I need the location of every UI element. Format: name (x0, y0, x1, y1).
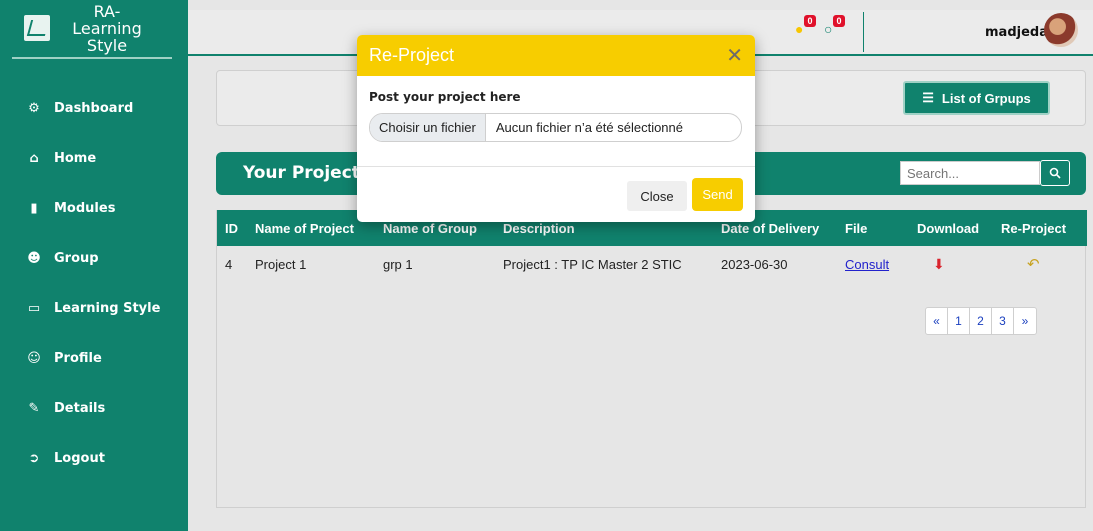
laptop-icon: ▭ (27, 300, 41, 316)
sidebar-item-label: Logout (54, 450, 105, 466)
search-input[interactable] (900, 161, 1040, 185)
cell-date: 2023-06-30 (721, 256, 788, 272)
file-input[interactable]: Choisir un fichier Aucun fichier n’a été… (369, 113, 742, 142)
upload-label: Post your project here (369, 90, 521, 104)
modal-header: Re-Project ✕ (357, 35, 755, 76)
page-2[interactable]: 2 (970, 308, 992, 334)
cell-project: Project 1 (255, 256, 307, 272)
modal-footer: Close Send (357, 166, 755, 222)
sidebar-item-dashboard[interactable]: ⚙ Dashboard (0, 83, 188, 133)
page-1[interactable]: 1 (948, 308, 970, 334)
sidebar-item-label: Details (54, 400, 106, 416)
close-icon[interactable]: ✕ (726, 43, 743, 68)
username[interactable]: madjeda (985, 25, 1048, 40)
sidebar-item-label: Group (54, 250, 99, 266)
list-icon: ☰ (922, 90, 934, 105)
sidebar-item-details[interactable]: ✎ Details (0, 383, 188, 433)
close-button[interactable]: Close (627, 181, 687, 211)
sidebar-item-modules[interactable]: ▮ Modules (0, 183, 188, 233)
sidebar: RA-Learning Style ⚙ Dashboard ⌂ Home ▮ M… (0, 0, 188, 531)
search-icon (1049, 167, 1061, 179)
col-file: File (845, 220, 868, 236)
choose-file-button[interactable]: Choisir un fichier (370, 114, 486, 141)
sidebar-item-group[interactable]: ☻ Group (0, 233, 188, 283)
page-3[interactable]: 3 (992, 308, 1014, 334)
col-re-project: Re-Project (1001, 220, 1067, 236)
brand-name: RA-Learning Style (72, 1, 142, 55)
edit-icon: ✎ (28, 400, 40, 416)
modal-body: Post your project here Choisir un fichie… (357, 76, 755, 142)
col-project-name: Name of Project (255, 220, 354, 236)
page-next[interactable]: » (1014, 308, 1036, 334)
file-name-text: Aucun fichier n’a été sélectionné (495, 120, 684, 135)
sidebar-item-label: Home (54, 150, 97, 166)
home-icon: ⌂ (29, 150, 39, 166)
list-of-groups-button[interactable]: ☰ List of Grpups (903, 81, 1050, 115)
sidebar-item-label: Learning Style (54, 300, 161, 316)
messages-icon[interactable]: ○ 0 (824, 15, 845, 37)
pagination: « 1 2 3 » (925, 307, 1037, 335)
page-prev[interactable]: « (926, 308, 948, 334)
sidebar-item-profile[interactable]: ☺ Profile (0, 333, 188, 383)
projects-table-container: ID Name of Project Name of Group Descrip… (216, 210, 1087, 508)
projects-title: Your Projects (243, 163, 371, 183)
logout-icon: ➲ (28, 450, 40, 466)
cell-group: grp 1 (383, 256, 413, 272)
col-id: ID (225, 220, 238, 236)
brand[interactable]: RA-Learning Style (0, 0, 188, 56)
sidebar-item-learning-style[interactable]: ▭ Learning Style (0, 283, 188, 333)
sidebar-nav: ⚙ Dashboard ⌂ Home ▮ Modules ☻ Group ▭ L… (0, 83, 188, 483)
sidebar-item-label: Dashboard (54, 100, 134, 116)
book-icon: ▮ (30, 200, 38, 216)
sidebar-item-logout[interactable]: ➲ Logout (0, 433, 188, 483)
modal-title: Re-Project (369, 45, 455, 65)
col-download: Download (917, 220, 980, 236)
re-project-modal: Re-Project ✕ Post your project here Choi… (357, 35, 755, 222)
topbar-divider (863, 12, 864, 52)
avatar[interactable] (1044, 13, 1078, 47)
sidebar-item-home[interactable]: ⌂ Home (0, 133, 188, 183)
consult-link[interactable]: Consult (845, 257, 889, 272)
brand-logo (24, 15, 50, 41)
table-row: 4 Project 1 grp 1 Project1 : TP IC Maste… (217, 246, 1087, 282)
reply-icon[interactable]: ↶ (1027, 256, 1040, 273)
sidebar-item-label: Modules (54, 200, 116, 216)
user-cog-icon: ☺ (27, 350, 41, 366)
send-button[interactable]: Send (692, 178, 743, 211)
brand-divider (12, 57, 172, 59)
dashboard-icon: ⚙ (28, 100, 40, 116)
download-icon[interactable]: ⬇ (933, 256, 945, 272)
messages-badge: 0 (833, 15, 845, 27)
cell-id: 4 (225, 256, 233, 272)
notifications-badge: 0 (804, 15, 816, 27)
bell-icon[interactable]: ● 0 (795, 15, 816, 37)
search-button[interactable] (1040, 160, 1070, 186)
cell-description: Project1 : TP IC Master 2 STIC (503, 256, 682, 272)
list-of-groups-label: List of Grpups (941, 90, 1031, 106)
sidebar-item-label: Profile (54, 350, 102, 366)
users-icon: ☻ (27, 250, 41, 266)
